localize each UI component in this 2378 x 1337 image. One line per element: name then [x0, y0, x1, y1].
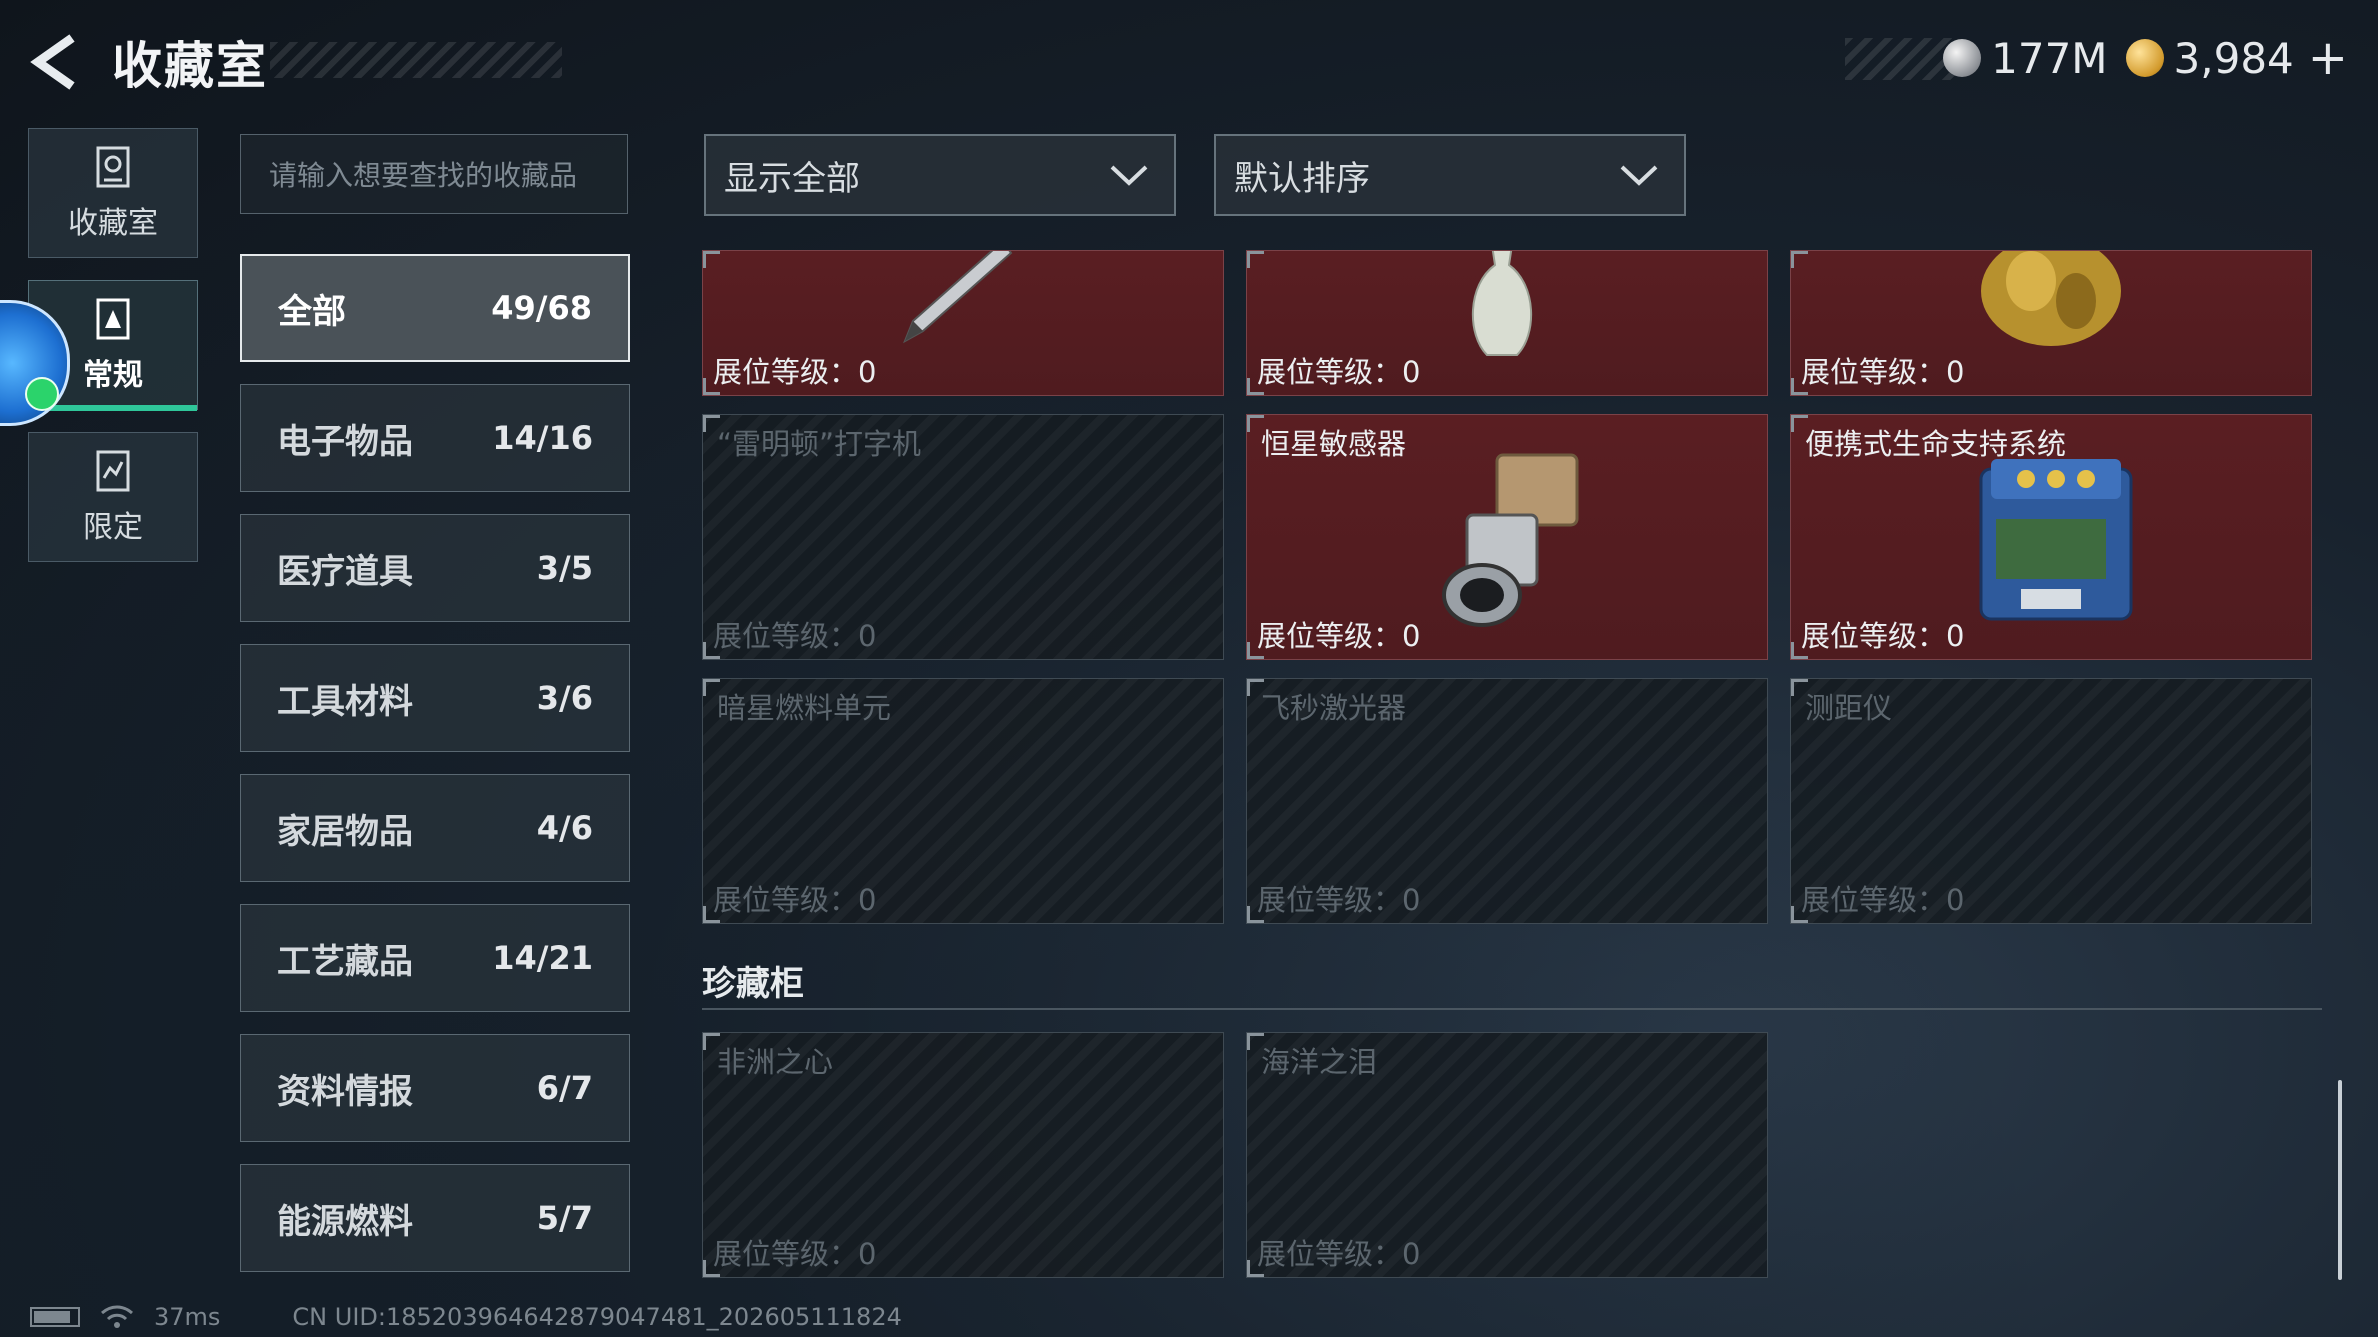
nav-label: 收藏室 — [68, 206, 158, 241]
scrollbar[interactable] — [2338, 1080, 2342, 1280]
category-count: 3/5 — [536, 549, 593, 587]
card-level: 展位等级：0 — [1257, 619, 1421, 653]
card-level: 展位等级：0 — [1801, 619, 1965, 653]
card-level: 展位等级：0 — [713, 619, 877, 653]
card-name: 暗星燃料单元 — [717, 691, 892, 725]
collection-grid: 展位等级：0 展位等级：0 展位等级：0 “雷明顿”打字机 展位等级：0 恒星敏… — [702, 250, 2322, 1290]
search-input[interactable]: 请输入想要查找的收藏品 — [240, 134, 628, 214]
silver-currency: 177M — [1943, 33, 2108, 83]
category-count: 3/6 — [536, 679, 593, 717]
collection-card[interactable]: 飞秒激光器 展位等级：0 — [1246, 678, 1768, 924]
nav-collection-room[interactable]: 收藏室 — [28, 128, 198, 258]
back-arrow-icon[interactable] — [28, 32, 88, 92]
card-name: 非洲之心 — [717, 1045, 834, 1079]
card-level: 展位等级：0 — [713, 883, 877, 917]
category-name: 医疗道具 — [277, 551, 413, 592]
title-decoration — [270, 42, 562, 78]
category-name: 资料情报 — [277, 1071, 413, 1112]
collection-card[interactable]: 便携式生命支持系统 展位等级：0 — [1790, 414, 2312, 660]
add-currency-button[interactable]: + — [2308, 30, 2348, 86]
category-count: 14/16 — [492, 419, 593, 457]
category-name: 全部 — [278, 291, 346, 332]
sort-dropdown-label: 默认排序 — [1234, 158, 1370, 199]
golden-statue-icon — [1981, 251, 2121, 346]
regular-icon — [96, 298, 130, 340]
card-name: 飞秒激光器 — [1261, 691, 1407, 725]
category-fuel[interactable]: 能源燃料 5/7 — [240, 1164, 630, 1272]
category-name: 工具材料 — [277, 681, 413, 722]
card-level: 展位等级：0 — [1257, 883, 1421, 917]
category-name: 家居物品 — [277, 811, 413, 852]
card-level: 展位等级：0 — [1257, 1237, 1421, 1271]
category-medical[interactable]: 医疗道具 3/5 — [240, 514, 630, 622]
collection-card[interactable]: 展位等级：0 — [1246, 250, 1768, 396]
category-electronics[interactable]: 电子物品 14/16 — [240, 384, 630, 492]
life-support-icon — [1979, 459, 2133, 621]
category-intel[interactable]: 资料情报 6/7 — [240, 1034, 630, 1142]
currency-bar: 177M 3,984 + — [1943, 30, 2348, 86]
card-name: 海洋之泪 — [1261, 1045, 1378, 1079]
battery-icon — [30, 1307, 80, 1327]
silver-coin-icon — [1943, 39, 1982, 77]
chevron-down-icon — [1110, 165, 1148, 186]
card-level: 展位等级：0 — [1801, 883, 1965, 917]
category-household[interactable]: 家居物品 4/6 — [240, 774, 630, 882]
vase-icon — [1471, 251, 1533, 356]
card-name: 测距仪 — [1805, 691, 1893, 725]
card-name: “雷明顿”打字机 — [717, 427, 922, 461]
category-name: 工艺藏品 — [277, 941, 413, 982]
gold-currency[interactable]: 3,984 + — [2125, 30, 2348, 86]
chevron-down-icon — [1620, 165, 1658, 186]
category-count: 5/7 — [536, 1199, 593, 1237]
collection-card[interactable]: 恒星敏感器 展位等级：0 — [1246, 414, 1768, 660]
collection-room-icon — [96, 146, 130, 188]
top-bar: 收藏室 177M 3,984 + — [0, 0, 2378, 120]
star-sensor-icon — [1442, 453, 1579, 627]
category-count: 49/68 — [491, 289, 592, 327]
card-level: 展位等级：0 — [1257, 355, 1421, 389]
collection-card[interactable]: 展位等级：0 — [702, 250, 1224, 396]
cabinet-card[interactable]: 海洋之泪 展位等级：0 — [1246, 1032, 1768, 1278]
pen-icon — [903, 251, 1013, 344]
collection-card[interactable]: “雷明顿”打字机 展位等级：0 — [702, 414, 1224, 660]
card-level: 展位等级：0 — [1801, 355, 1965, 389]
limited-icon — [96, 450, 130, 492]
page-title: 收藏室 — [112, 37, 268, 95]
filter-dropdown-label: 显示全部 — [724, 158, 860, 199]
category-name: 能源燃料 — [277, 1201, 413, 1242]
card-name: 恒星敏感器 — [1261, 427, 1407, 461]
ping-value: 37ms — [154, 1303, 221, 1331]
collection-card[interactable]: 展位等级：0 — [1790, 250, 2312, 396]
status-bar: 37ms CN UID:18520396464287904748‌1_20260… — [30, 1297, 902, 1337]
card-level: 展位等级：0 — [713, 355, 877, 389]
gold-amount: 3,984 — [2173, 33, 2294, 83]
wifi-icon — [101, 1305, 133, 1328]
silver-amount: 177M — [1991, 33, 2108, 83]
cabinet-card[interactable]: 非洲之心 展位等级：0 — [702, 1032, 1224, 1278]
nav-label: 限定 — [83, 510, 143, 545]
category-count: 4/6 — [536, 809, 593, 847]
category-all[interactable]: 全部 49/68 — [240, 254, 630, 362]
cabinet-section-title: 珍藏柜 — [702, 964, 804, 1004]
nav-limited[interactable]: 限定 — [28, 432, 198, 562]
currency-decoration — [1845, 38, 1955, 80]
uid-text: CN UID:18520396464287904748‌1_2026051118… — [292, 1303, 902, 1331]
category-name: 电子物品 — [277, 421, 413, 462]
sort-dropdown[interactable]: 默认排序 — [1214, 134, 1686, 216]
gold-coin-icon — [2125, 39, 2164, 77]
category-list: 全部 49/68 电子物品 14/16 医疗道具 3/5 工具材料 3/6 家居… — [240, 254, 630, 1294]
category-crafts[interactable]: 工艺藏品 14/21 — [240, 904, 630, 1012]
collection-card[interactable]: 暗星燃料单元 展位等级：0 — [702, 678, 1224, 924]
nav-label: 常规 — [83, 358, 143, 393]
card-level: 展位等级：0 — [713, 1237, 877, 1271]
category-count: 14/21 — [492, 939, 593, 977]
category-count: 6/7 — [536, 1069, 593, 1107]
category-tools[interactable]: 工具材料 3/6 — [240, 644, 630, 752]
wifi-badge-icon — [25, 377, 59, 411]
collection-card[interactable]: 测距仪 展位等级：0 — [1790, 678, 2312, 924]
filter-dropdown[interactable]: 显示全部 — [704, 134, 1176, 216]
section-divider — [702, 1008, 2322, 1010]
